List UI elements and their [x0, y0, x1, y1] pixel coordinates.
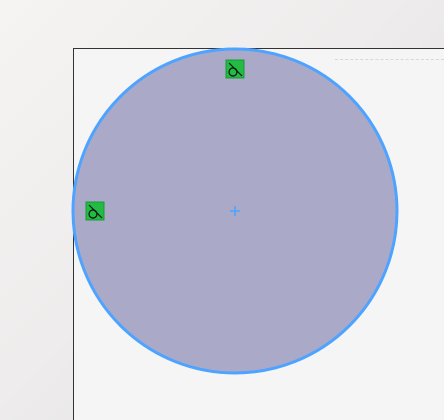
sketch-viewport[interactable] — [0, 0, 444, 420]
top-tangent-constraint-icon[interactable] — [225, 59, 245, 79]
left-tangent-constraint-icon[interactable] — [85, 201, 105, 221]
sketch-canvas[interactable] — [0, 0, 444, 420]
